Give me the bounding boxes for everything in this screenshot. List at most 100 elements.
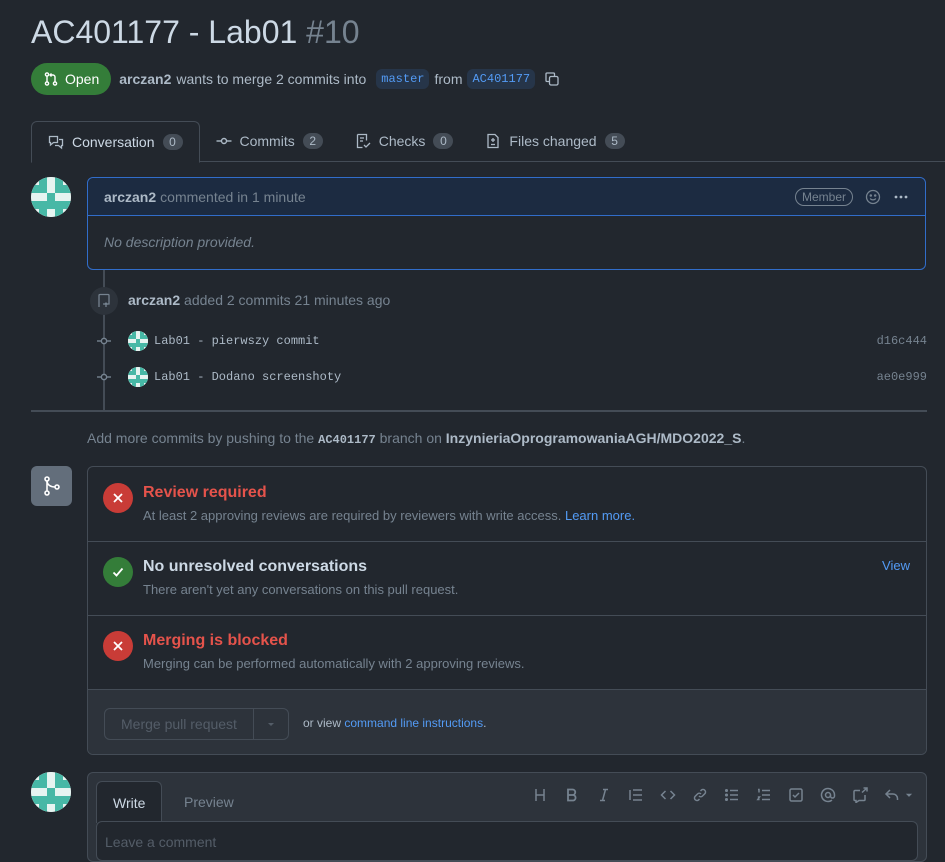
hint-branch: AC401177 (318, 433, 376, 447)
link-icon[interactable] (692, 787, 708, 803)
pr-title-text: AC401177 - Lab01 (31, 14, 298, 50)
tab-commits[interactable]: Commits 2 (200, 121, 339, 161)
base-branch[interactable]: master (376, 69, 430, 89)
avatar[interactable] (31, 772, 71, 812)
commit-message[interactable]: Lab01 - Dodano screenshoty (154, 370, 341, 384)
tab-preview[interactable]: Preview (168, 781, 250, 822)
tab-counter: 2 (302, 133, 323, 149)
repo-push-icon (98, 293, 110, 307)
check-circle-icon (103, 557, 133, 587)
pr-title: AC401177 - Lab01 #10 (31, 14, 360, 51)
view-conversations-link[interactable]: View (882, 558, 910, 573)
x-circle-icon (103, 631, 133, 661)
comment-author[interactable]: arczan2 (104, 189, 156, 205)
review-required-title: Review required (143, 484, 267, 501)
pull-request-icon (44, 72, 58, 86)
hint-suffix: . (741, 430, 746, 446)
git-commit-icon (97, 337, 111, 345)
timeline-event: arczan2 added 2 commits 21 minutes ago (128, 292, 390, 308)
comment-discussion-icon (48, 135, 64, 150)
git-commit-icon (216, 137, 231, 145)
tab-label: Checks (378, 133, 426, 149)
merge-status-icon (31, 466, 72, 506)
review-required-row: Review required At least 2 approving rev… (88, 467, 926, 542)
state-badge: Open (31, 63, 112, 95)
comment-timestamp[interactable]: commented in 1 minute (160, 189, 306, 205)
markdown-toolbar (532, 787, 914, 803)
commit-sha[interactable]: ae0e999 (877, 370, 927, 384)
triangle-down-icon[interactable] (904, 787, 914, 803)
pr-meta: Open arczan2 wants to merge 2 commits in… (31, 63, 560, 95)
commit-sha[interactable]: d16c444 (877, 334, 927, 348)
triangle-down-icon (267, 723, 274, 726)
commit-row: Lab01 - Dodano screenshoty ae0e999 (97, 367, 927, 387)
hint-repo-link[interactable]: InzynieriaOprogramowaniaAGH/MDO2022_S (446, 430, 742, 446)
command-line-link[interactable]: command line instructions (344, 716, 483, 730)
mention-icon[interactable] (820, 787, 836, 803)
copy-icon[interactable] (544, 71, 560, 87)
hint-middle: branch on (379, 430, 442, 446)
merge-box: Review required At least 2 approving rev… (87, 466, 927, 755)
unordered-list-icon[interactable] (724, 787, 740, 803)
pr-author-link[interactable]: arczan2 (119, 71, 171, 87)
comment-box: arczan2 commented in 1 minute Member No … (87, 177, 926, 270)
timeline-author[interactable]: arczan2 (128, 292, 180, 308)
timeline-badge (90, 287, 118, 315)
smiley-icon[interactable] (865, 189, 881, 205)
code-icon[interactable] (660, 787, 676, 803)
bold-icon[interactable] (564, 787, 580, 803)
avatar[interactable] (128, 331, 148, 351)
file-diff-icon (487, 133, 500, 149)
cross-reference-icon[interactable] (852, 787, 868, 803)
commit-message[interactable]: Lab01 - pierwszy commit (154, 334, 320, 348)
from-text: from (434, 71, 463, 87)
merge-button-group: Merge pull request (104, 708, 289, 740)
conversations-row: No unresolved conversations There aren't… (88, 542, 926, 616)
cli-suffix: . (483, 716, 487, 730)
comment-body: No description provided. (104, 234, 255, 250)
review-desc-text: At least 2 approving reviews are require… (143, 508, 562, 523)
state-label: Open (65, 71, 100, 87)
pr-tabs: Conversation 0 Commits 2 Checks 0 Files … (31, 121, 945, 163)
tab-conversation[interactable]: Conversation 0 (31, 121, 200, 163)
heading-icon[interactable] (532, 787, 548, 803)
ordered-list-icon[interactable] (756, 787, 772, 803)
kebab-horizontal-icon[interactable] (893, 189, 909, 205)
git-merge-icon (43, 476, 60, 496)
identicon-icon (128, 331, 148, 351)
quote-icon[interactable] (628, 787, 644, 803)
conversations-title: No unresolved conversations (143, 558, 368, 575)
merge-method-dropdown[interactable] (252, 709, 288, 739)
tasklist-icon[interactable] (788, 787, 804, 803)
tab-label: Conversation (72, 134, 155, 150)
identicon-icon (31, 177, 71, 217)
x-circle-icon (103, 483, 133, 513)
avatar[interactable] (128, 367, 148, 387)
reply-icon[interactable] (884, 787, 900, 803)
review-required-desc: At least 2 approving reviews are require… (143, 508, 635, 523)
merge-text: wants to merge 2 commits into (176, 71, 367, 87)
pr-number: #10 (306, 14, 360, 50)
git-commit-icon (97, 373, 111, 381)
tab-counter: 5 (604, 133, 625, 149)
tab-label: Files changed (509, 133, 597, 149)
merging-blocked-row: Merging is blocked Merging can be perfor… (88, 616, 926, 690)
tab-checks[interactable]: Checks 0 (339, 121, 470, 161)
merge-pull-request-button[interactable]: Merge pull request (105, 709, 253, 739)
timeline-text: added 2 commits 21 minutes ago (184, 292, 391, 308)
checklist-icon (356, 133, 371, 149)
merge-footer: Merge pull request or view command line … (88, 690, 926, 754)
head-branch[interactable]: AC401177 (467, 69, 536, 89)
or-view-text: or view (303, 716, 342, 730)
tab-files-changed[interactable]: Files changed 5 (469, 121, 640, 161)
tab-counter: 0 (162, 134, 183, 150)
tab-counter: 0 (433, 133, 454, 149)
timeline-divider (31, 410, 927, 412)
avatar[interactable] (31, 177, 71, 217)
learn-more-link[interactable]: Learn more. (565, 508, 635, 523)
comment-textarea[interactable]: Leave a comment (96, 821, 918, 861)
tab-write[interactable]: Write (96, 781, 163, 823)
member-badge: Member (794, 187, 853, 206)
italic-icon[interactable] (596, 787, 612, 803)
merging-blocked-title: Merging is blocked (143, 632, 288, 649)
